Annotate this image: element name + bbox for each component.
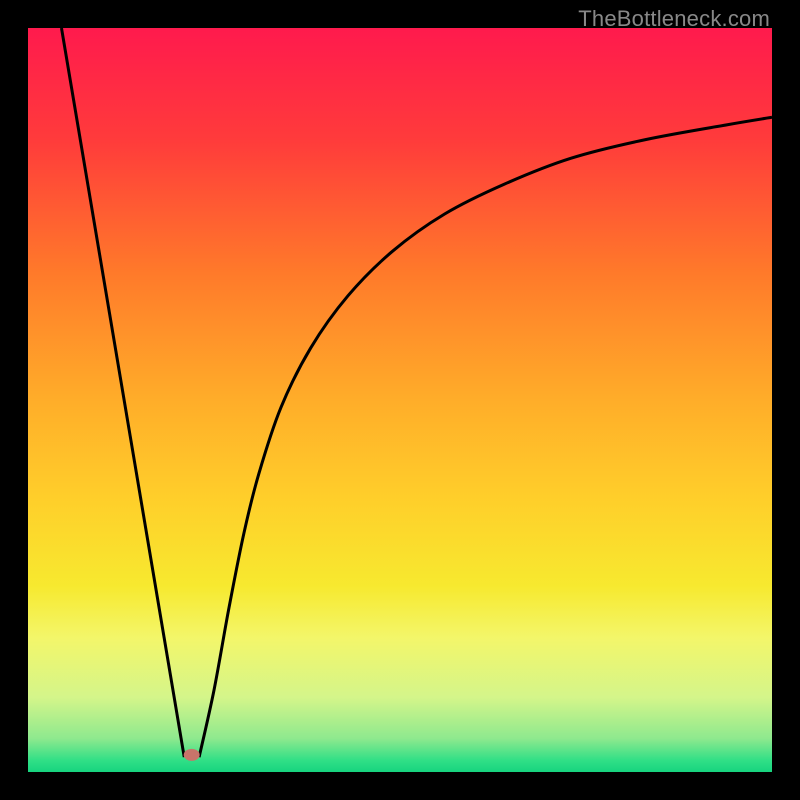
chart-frame: TheBottleneck.com bbox=[0, 0, 800, 800]
plot-area bbox=[28, 28, 772, 772]
marker-dot bbox=[184, 749, 200, 761]
watermark-label: TheBottleneck.com bbox=[578, 6, 770, 32]
right-curve-line bbox=[199, 117, 772, 757]
curve-layer bbox=[28, 28, 772, 772]
left-slope-line bbox=[61, 28, 184, 757]
